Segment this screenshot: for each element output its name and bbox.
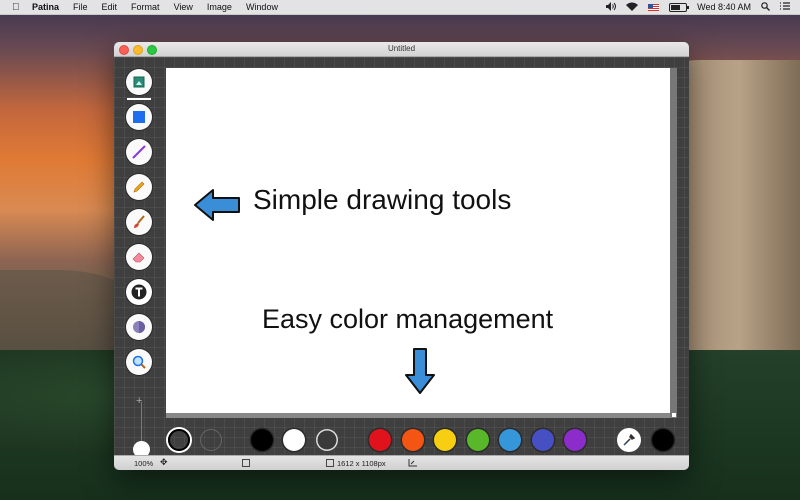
crop-icon[interactable] xyxy=(408,459,417,469)
shape-tool-icon xyxy=(133,111,145,123)
input-source-flag-icon[interactable] xyxy=(648,3,660,11)
move-crosshair-icon[interactable]: ✥ xyxy=(160,457,168,468)
zoom-level[interactable]: 100% xyxy=(134,459,153,468)
current-color-swatch[interactable] xyxy=(652,429,674,451)
fill-tool-icon xyxy=(133,321,145,333)
text-tool-icon xyxy=(131,284,147,300)
color-swatch[interactable] xyxy=(369,429,391,451)
wifi-icon[interactable] xyxy=(626,2,639,13)
eyedropper-button[interactable] xyxy=(617,428,641,452)
status-bar: 100% ✥ 1612 x 1108px xyxy=(114,455,689,470)
layers-tool-icon xyxy=(133,76,145,88)
arrow-left-icon xyxy=(194,189,240,221)
color-swatch[interactable] xyxy=(467,429,489,451)
canvas-size-group[interactable]: 1612 x 1108px xyxy=(326,459,386,468)
eraser-tool-button[interactable] xyxy=(126,244,152,270)
fill-color-well[interactable] xyxy=(200,429,222,451)
menu-format[interactable]: Format xyxy=(131,2,160,12)
canvas-size: 1612 x 1108px xyxy=(337,459,386,468)
arrow-down-icon xyxy=(405,348,435,394)
notification-center-icon[interactable] xyxy=(780,2,790,12)
drawing-canvas[interactable]: Simple drawing tools Easy color manageme… xyxy=(166,68,670,413)
color-swatch[interactable] xyxy=(283,429,305,451)
pencil-tool-icon xyxy=(133,181,145,193)
shape-tool-button[interactable] xyxy=(126,104,155,132)
menu-app-name[interactable]: Patina xyxy=(32,2,59,12)
selection-toggle-icon[interactable] xyxy=(242,459,253,468)
workspace: + – Simple drawing tools Easy color mana… xyxy=(114,57,689,465)
volume-icon[interactable] xyxy=(606,1,617,13)
zoom-tool-icon xyxy=(132,355,146,369)
color-swatch[interactable] xyxy=(532,429,554,451)
zoom-button[interactable] xyxy=(147,45,157,55)
spotlight-search-icon[interactable] xyxy=(761,1,770,13)
brush-tool-button[interactable] xyxy=(126,209,152,235)
canvas-caption-colors: Easy color management xyxy=(262,304,554,334)
canvas-bottom-edge xyxy=(166,413,670,418)
menu-window[interactable]: Window xyxy=(246,2,278,12)
stroke-color-well[interactable] xyxy=(168,429,190,451)
line-tool-icon xyxy=(132,145,146,159)
menu-image[interactable]: Image xyxy=(207,2,232,12)
menu-view[interactable]: View xyxy=(174,2,193,12)
menu-bar:  Patina File Edit Format View Image Win… xyxy=(0,0,800,15)
minimize-button[interactable] xyxy=(133,45,143,55)
pencil-tool-button[interactable] xyxy=(126,174,152,200)
close-button[interactable] xyxy=(119,45,129,55)
canvas-resize-handle[interactable] xyxy=(670,68,677,418)
fill-tool-button[interactable] xyxy=(126,314,152,340)
color-swatch[interactable] xyxy=(499,429,521,451)
canvas-size-icon xyxy=(326,459,334,467)
apple-menu-icon[interactable]:  xyxy=(12,2,22,13)
menu-edit[interactable]: Edit xyxy=(102,2,118,12)
window-controls xyxy=(119,45,157,55)
battery-icon[interactable] xyxy=(669,2,690,12)
color-swatch[interactable] xyxy=(251,429,273,451)
eraser-tool-icon xyxy=(132,252,145,263)
title-bar[interactable]: Untitled xyxy=(114,42,689,57)
layers-tool-button[interactable] xyxy=(126,69,155,100)
menu-file[interactable]: File xyxy=(73,2,88,12)
app-window: Untitled + – xyxy=(114,42,689,470)
zoom-tool-button[interactable] xyxy=(126,349,152,375)
window-title: Untitled xyxy=(387,44,416,53)
eyedropper-icon xyxy=(623,433,636,446)
color-swatch[interactable] xyxy=(434,429,456,451)
menu-clock[interactable]: Wed 8:40 AM xyxy=(697,2,751,12)
brush-tool-icon xyxy=(134,215,145,228)
line-tool-button[interactable] xyxy=(126,139,152,165)
text-tool-button[interactable] xyxy=(126,279,152,305)
color-swatch[interactable] xyxy=(564,429,586,451)
color-swatch[interactable] xyxy=(402,429,424,451)
canvas-caption-tools: Simple drawing tools xyxy=(253,184,512,215)
color-swatch[interactable] xyxy=(316,429,338,451)
